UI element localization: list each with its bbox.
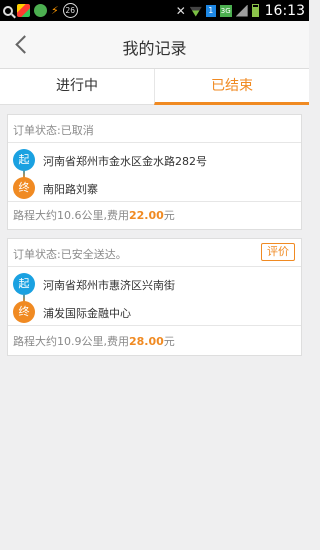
fee-unit: 元 — [163, 209, 175, 222]
end-address: 南阳路刘寨 — [43, 183, 98, 196]
route-info: 起 终 河南省郑州市惠济区兴南街 浦发国际金融中心 — [8, 268, 301, 326]
notification-count-badge: 26 — [62, 3, 78, 18]
network-type-label: 3G — [219, 4, 232, 17]
status-bar-notifications: ⚡ 26 — [3, 3, 78, 18]
trip-summary: 路程大约10.9公里,费用28.00元 — [13, 333, 175, 349]
page-title: 我的记录 — [122, 39, 187, 58]
fee-unit: 元 — [163, 335, 175, 348]
order-status-row: 订单状态:已安全送达。 评价 — [8, 239, 301, 267]
order-status: 订单状态:已安全送达。 — [13, 248, 127, 261]
signal-icon — [235, 4, 248, 17]
order-card[interactable]: 订单状态:已安全送达。 评价 起 终 河南省郑州市惠济区兴南街 浦发国际金融中心… — [7, 238, 302, 356]
status-bar-system: ✕ 1 3G 16:13 — [176, 2, 305, 19]
fee-amount: 28.00 — [129, 335, 164, 348]
start-address: 河南省郑州市惠济区兴南街 — [43, 279, 175, 292]
end-pin-icon: 终 — [13, 177, 35, 199]
title-bar: 我的记录 — [0, 21, 309, 68]
battery-icon — [251, 4, 259, 17]
distance-text: 路程大约10.6公里,费用 — [13, 209, 129, 222]
order-card[interactable]: 订单状态:已取消 起 终 河南省郑州市金水区金水路282号 南阳路刘寨 路程大约… — [7, 114, 302, 230]
route-info: 起 终 河南省郑州市金水区金水路282号 南阳路刘寨 — [8, 144, 301, 202]
clock: 16:13 — [264, 2, 305, 19]
order-status: 订单状态:已取消 — [13, 124, 94, 137]
mute-icon: ✕ — [175, 3, 186, 18]
tab-in-progress[interactable]: 进行中 — [0, 69, 154, 105]
order-status-row: 订单状态:已取消 — [8, 115, 301, 143]
chat-notification-icon — [34, 4, 47, 17]
status-bar: ⚡ 26 ✕ 1 3G 16:13 — [0, 0, 309, 21]
start-pin-icon: 起 — [13, 273, 35, 295]
search-icon — [3, 5, 13, 16]
tab-finished[interactable]: 已结束 — [154, 69, 309, 105]
sim-icon: 1 — [205, 4, 216, 17]
app-notification-icon — [17, 4, 30, 17]
end-pin-icon: 终 — [13, 301, 35, 323]
start-address: 河南省郑州市金水区金水路282号 — [43, 155, 207, 168]
rate-button[interactable]: 评价 — [261, 243, 295, 261]
lightning-icon: ⚡ — [51, 4, 59, 17]
distance-text: 路程大约10.9公里,费用 — [13, 335, 129, 348]
wifi-icon — [189, 6, 202, 17]
tab-bar: 进行中 已结束 — [0, 68, 309, 105]
end-address: 浦发国际金融中心 — [43, 307, 131, 320]
trip-summary: 路程大约10.6公里,费用22.00元 — [13, 207, 175, 223]
start-pin-icon: 起 — [13, 149, 35, 171]
fee-amount: 22.00 — [129, 209, 164, 222]
